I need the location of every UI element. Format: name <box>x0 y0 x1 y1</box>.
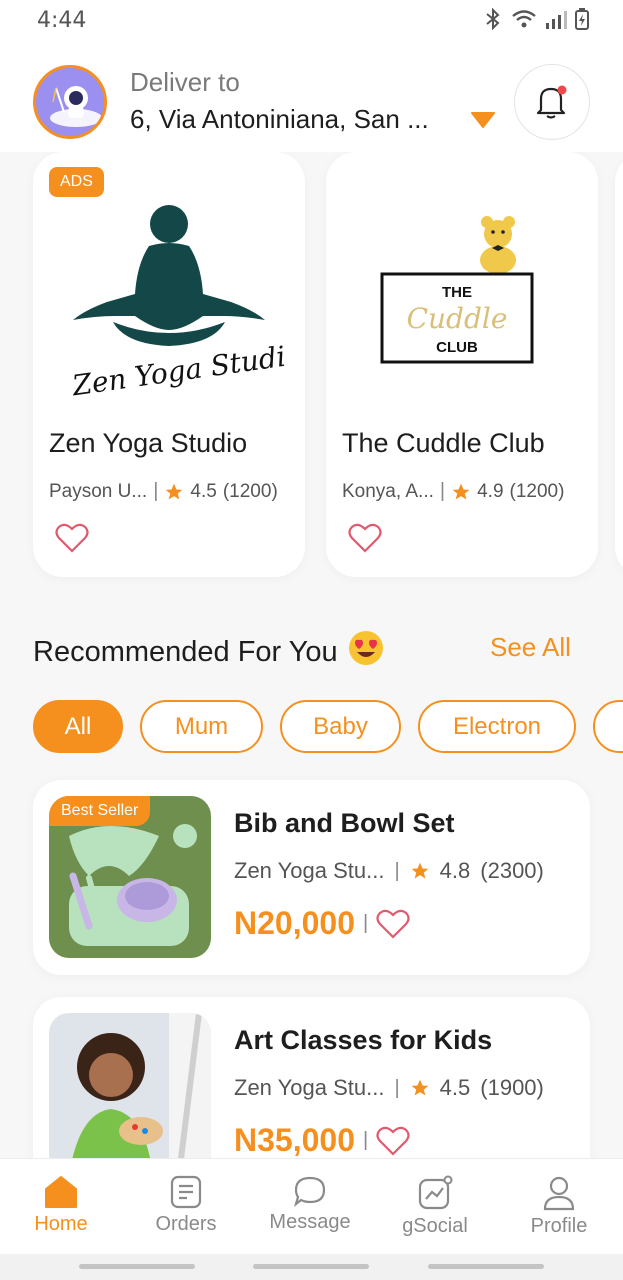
art-class-image <box>49 1013 211 1175</box>
product-meta: Zen Yoga Stu... | 4.8 (2300) <box>234 858 544 884</box>
best-seller-badge: Best Seller <box>49 796 151 826</box>
ad-name[interactable]: The Cuddle Club <box>342 428 545 459</box>
svg-text:Zen Yoga Studio: Zen Yoga Studio <box>69 337 285 402</box>
product-reviews: (1900) <box>480 1075 544 1100</box>
ad-card-peek[interactable] <box>615 152 623 577</box>
heart-eyes-emoji-icon <box>348 630 384 674</box>
chip-all[interactable]: All <box>33 700 123 753</box>
cuddle-club-logo: THE Cuddle CLUB <box>346 194 578 424</box>
product-price: N35,000 <box>234 1122 355 1158</box>
wifi-icon <box>512 10 536 28</box>
ad-location: Konya, A... <box>342 480 434 502</box>
nav-orders[interactable]: Orders <box>136 1175 236 1236</box>
chevron-down-icon[interactable] <box>470 110 496 130</box>
ads-carousel[interactable]: Zen Yoga Studio ADS Zen Yoga Studio Pays… <box>0 152 623 592</box>
product-store: Zen Yoga Stu... <box>234 858 385 883</box>
separator: | <box>362 1129 369 1151</box>
nav-label: Home <box>34 1213 88 1235</box>
nav-gsocial[interactable]: gSocial <box>385 1175 485 1238</box>
product-store: Zen Yoga Stu... <box>234 1075 385 1100</box>
orders-icon <box>170 1175 202 1209</box>
product-card[interactable]: Best Seller Bib and Bowl Set Zen Yoga St… <box>33 780 590 975</box>
star-icon <box>411 1079 429 1096</box>
heart-icon[interactable] <box>348 522 382 554</box>
ad-location: Payson U... <box>49 480 148 502</box>
avatar[interactable] <box>33 65 107 139</box>
notifications-button[interactable] <box>514 64 590 140</box>
deliver-label: Deliver to <box>130 67 240 97</box>
nav-profile[interactable]: Profile <box>509 1175 609 1238</box>
nav-label: Profile <box>530 1215 588 1237</box>
svg-text:CLUB: CLUB <box>436 339 478 356</box>
heart-icon[interactable] <box>376 1125 410 1157</box>
product-title[interactable]: Art Classes for Kids <box>234 1025 492 1056</box>
separator: | <box>362 912 369 934</box>
product-image: Best Seller <box>49 796 211 958</box>
chip-baby[interactable]: Baby <box>280 700 401 753</box>
nav-home[interactable]: Home <box>11 1175 111 1236</box>
signal-icon <box>546 11 567 29</box>
nav-message[interactable]: Message <box>260 1175 360 1234</box>
star-icon <box>452 483 470 499</box>
star-icon <box>166 483 183 499</box>
header: Deliver to 6, Via Antoniniana, San ... <box>0 44 623 152</box>
nav-label: Message <box>269 1211 351 1233</box>
battery-icon <box>575 8 589 30</box>
ad-card[interactable]: Zen Yoga Studio ADS Zen Yoga Studio Pays… <box>33 152 305 577</box>
nav-label: Orders <box>155 1213 217 1235</box>
separator: | <box>394 1076 400 1099</box>
product-title[interactable]: Bib and Bowl Set <box>234 808 455 839</box>
bell-icon <box>536 85 567 119</box>
ad-meta: Konya, A... | 4.9 (1200) <box>342 480 564 503</box>
product-rating: 4.8 <box>439 858 471 883</box>
message-icon <box>293 1176 326 1207</box>
bluetooth-icon <box>486 8 500 30</box>
product-price: N20,000 <box>234 905 355 941</box>
star-icon <box>411 862 429 879</box>
chip-peek[interactable] <box>593 700 623 753</box>
product-rating: 4.5 <box>439 1075 471 1100</box>
home-pill[interactable] <box>253 1264 369 1269</box>
product-meta: Zen Yoga Stu... | 4.5 (1900) <box>234 1075 544 1101</box>
system-gesture-bar <box>0 1254 623 1280</box>
heart-icon[interactable] <box>55 522 89 554</box>
status-icons <box>483 8 589 30</box>
zen-yoga-logo: Zen Yoga Studio <box>53 194 304 424</box>
ad-rating: 4.9 <box>477 480 504 502</box>
ads-badge: ADS <box>49 167 104 197</box>
ad-reviews: (1200) <box>222 480 278 502</box>
astronaut-avatar-icon <box>50 86 102 127</box>
gsocial-icon <box>418 1175 453 1210</box>
section-title-text: Recommended For You <box>33 635 338 668</box>
product-reviews: (2300) <box>480 858 544 883</box>
ad-rating: 4.5 <box>190 480 217 502</box>
bottom-nav: Home Orders Message gSocial Profile <box>0 1158 623 1254</box>
nav-label: gSocial <box>402 1215 468 1237</box>
profile-icon <box>543 1176 575 1211</box>
ad-meta: Payson U... | 4.5 (1200) <box>49 480 278 503</box>
svg-text:THE: THE <box>442 284 472 301</box>
separator: | <box>394 859 400 882</box>
section-title: Recommended For You <box>33 630 384 674</box>
ad-card[interactable]: THE Cuddle CLUB The Cuddle Club Konya, A… <box>326 152 598 577</box>
ad-name[interactable]: Zen Yoga Studio <box>49 428 247 459</box>
see-all-link[interactable]: See All <box>490 632 571 663</box>
ad-reviews: (1200) <box>509 480 565 502</box>
category-chips: All Mum Baby Electron <box>33 700 623 753</box>
delivery-address[interactable]: 6, Via Antoniniana, San ... <box>130 104 445 135</box>
heart-icon[interactable] <box>376 908 410 940</box>
chip-electron[interactable]: Electron <box>418 700 576 753</box>
status-time: 4:44 <box>37 8 87 33</box>
separator: | <box>439 480 446 502</box>
separator: | <box>153 480 159 502</box>
home-icon <box>45 1176 77 1208</box>
back-pill[interactable] <box>428 1264 544 1269</box>
svg-text:Cuddle: Cuddle <box>407 302 508 335</box>
status-bar: 4:44 <box>0 0 623 44</box>
price-row: N20,000 | <box>234 905 410 942</box>
product-image <box>49 1013 211 1175</box>
chip-mum[interactable]: Mum <box>140 700 263 753</box>
recents-pill[interactable] <box>79 1264 195 1269</box>
price-row: N35,000 | <box>234 1122 410 1159</box>
